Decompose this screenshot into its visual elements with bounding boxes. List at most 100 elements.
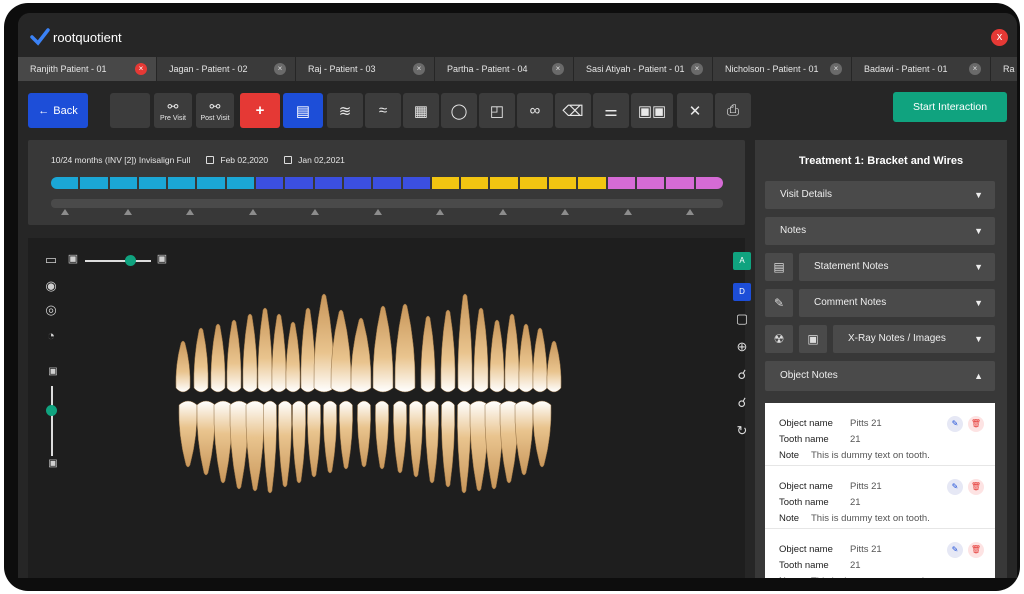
visit-details-accordion[interactable]: Visit Details ▼ — [765, 181, 995, 209]
edit-icon[interactable]: ✎ — [947, 542, 963, 558]
statement-notes-accordion[interactable]: Statement Notes ▼ — [799, 253, 995, 281]
timeline-marker[interactable] — [61, 209, 69, 215]
timeline-marker[interactable] — [686, 209, 694, 215]
jaw-vertical-slider-knob[interactable] — [46, 405, 57, 416]
timeline-marker[interactable] — [436, 209, 444, 215]
upper-tooth[interactable] — [473, 307, 489, 393]
edit-icon[interactable]: ✎ — [947, 416, 963, 432]
upper-tooth[interactable] — [504, 313, 520, 393]
jaw-closed-icon[interactable]: ▣ — [44, 366, 62, 377]
timeline-segment[interactable] — [636, 177, 665, 189]
comment-notes-accordion[interactable]: Comment Notes ▼ — [799, 289, 995, 317]
upper-tooth[interactable] — [226, 319, 242, 393]
tab-patient[interactable]: Raj - Patient - 03 × — [296, 57, 435, 81]
upper-tooth[interactable] — [546, 340, 562, 393]
timeline-segment[interactable] — [666, 177, 694, 189]
upper-tooth[interactable] — [350, 317, 372, 393]
tab-close-icon[interactable]: × — [969, 63, 981, 75]
trash-icon[interactable]: 🗑 — [968, 416, 984, 432]
timeline-segment[interactable] — [549, 177, 577, 189]
upper-tooth[interactable] — [420, 315, 436, 393]
tab-close-icon[interactable]: × — [274, 63, 286, 75]
tab-patient[interactable]: Nicholson - Patient - 01 × — [713, 57, 852, 81]
link-button[interactable]: ∞ — [517, 93, 553, 128]
rotate-icon[interactable]: ↻ — [733, 422, 751, 440]
lower-tooth[interactable] — [532, 400, 552, 468]
timeline-segment[interactable] — [197, 177, 225, 189]
timeline-track[interactable] — [51, 199, 723, 208]
timeline-marker[interactable] — [186, 209, 194, 215]
timeline-segment[interactable] — [256, 177, 284, 189]
radiation-icon[interactable]: ☢ — [765, 325, 793, 353]
monitor-icon[interactable]: ▢ — [733, 310, 751, 328]
search-icon[interactable]: ☌ — [733, 366, 751, 384]
print-button[interactable]: ⎙ — [715, 93, 751, 128]
tab-close-icon[interactable]: × — [691, 63, 703, 75]
tab-patient[interactable]: Jagan - Patient - 02 × — [157, 57, 296, 81]
lower-tooth[interactable] — [393, 400, 407, 474]
lower-tooth[interactable] — [229, 400, 249, 490]
timeline-segment[interactable] — [373, 177, 401, 189]
chart-button[interactable]: ▦ — [403, 93, 439, 128]
lower-tooth[interactable] — [425, 400, 439, 484]
shield-button[interactable]: ⌫ — [555, 93, 591, 128]
lower-tooth[interactable] — [357, 400, 371, 468]
lower-tooth[interactable] — [278, 400, 292, 488]
notes-accordion[interactable]: Notes ▼ — [765, 217, 995, 245]
upper-tooth[interactable] — [175, 340, 191, 393]
start-interaction-button[interactable]: Start Interaction — [893, 92, 1007, 122]
blank-tool-button[interactable] — [110, 93, 150, 128]
tab-patient[interactable]: Badawi - Patient - 01 × — [852, 57, 991, 81]
timeline-marker[interactable] — [123, 209, 132, 215]
trash-icon[interactable]: 🗑 — [968, 542, 984, 558]
back-button[interactable]: ← Back — [28, 93, 88, 128]
add-button[interactable]: + — [240, 93, 280, 128]
timeline-segment[interactable] — [109, 177, 137, 189]
tab-patient[interactable]: Ranjith Patient - 01 × — [18, 57, 157, 81]
upper-tooth[interactable] — [193, 327, 209, 393]
object-notes-accordion[interactable]: Object Notes ▲ — [765, 361, 995, 391]
post-visit-button[interactable]: ⚯ Post Visit — [196, 93, 234, 128]
timeline-marker[interactable] — [248, 209, 257, 215]
view-a-button[interactable]: A — [733, 252, 751, 270]
lower-tooth[interactable] — [213, 400, 233, 484]
lower-tooth[interactable] — [263, 400, 277, 494]
upper-tooth[interactable] — [210, 323, 226, 393]
remove-button[interactable]: ✕ — [677, 93, 713, 128]
tab-patient[interactable]: Partha - Patient - 04 × — [435, 57, 574, 81]
tooth-outline-button[interactable]: ◰ — [479, 93, 515, 128]
upper-jaw-icon[interactable]: ▣ — [64, 252, 82, 265]
jaw-open-slider[interactable] — [85, 260, 151, 262]
timeline-marker[interactable] — [561, 209, 569, 215]
lower-tooth[interactable] — [441, 400, 455, 488]
upper-tooth[interactable] — [394, 303, 416, 393]
timeline-segment[interactable] — [402, 177, 430, 189]
upper-tooth[interactable] — [489, 319, 505, 393]
jaw-apart-icon[interactable]: ▣ — [44, 458, 62, 469]
timeline-segment[interactable] — [490, 177, 518, 189]
3d-teeth-viewer[interactable]: ▭ ◉ ◎ ◔ ▣ ▣ ▣ ▣ A D ▢ ⊕ ☌ ☌ ↻ — [28, 238, 751, 578]
upper-tooth[interactable] — [372, 305, 394, 393]
timeline-segment[interactable] — [343, 177, 372, 189]
tab-close-icon[interactable]: × — [135, 63, 147, 75]
crown-button[interactable]: ◯ — [441, 93, 477, 128]
lower-tooth[interactable] — [292, 400, 306, 484]
timeline-segment[interactable] — [695, 177, 723, 189]
timeline-segment[interactable] — [314, 177, 342, 189]
tab-patient[interactable]: Ra — [991, 57, 1017, 81]
timeline-segment[interactable] — [168, 177, 196, 189]
statement-notes-icon[interactable]: ▤ — [765, 253, 793, 281]
lower-tooth[interactable] — [178, 400, 198, 468]
pre-visit-button[interactable]: ⚯ Pre Visit — [154, 93, 192, 128]
timeline-marker[interactable] — [311, 209, 319, 215]
brush-tool-icon[interactable]: ▭ — [42, 252, 60, 268]
ring-icon[interactable]: ◎ — [42, 302, 60, 318]
eye-icon[interactable]: ◉ — [42, 278, 60, 294]
jaw-vertical-slider[interactable] — [51, 386, 53, 456]
timeline-segment[interactable] — [285, 177, 313, 189]
lower-tooth[interactable] — [514, 400, 534, 476]
clock-icon[interactable]: ◔ — [42, 328, 60, 343]
lower-jaw-icon[interactable]: ▣ — [153, 252, 171, 265]
timeline-segment[interactable] — [80, 177, 108, 189]
lower-tooth[interactable] — [375, 400, 389, 470]
